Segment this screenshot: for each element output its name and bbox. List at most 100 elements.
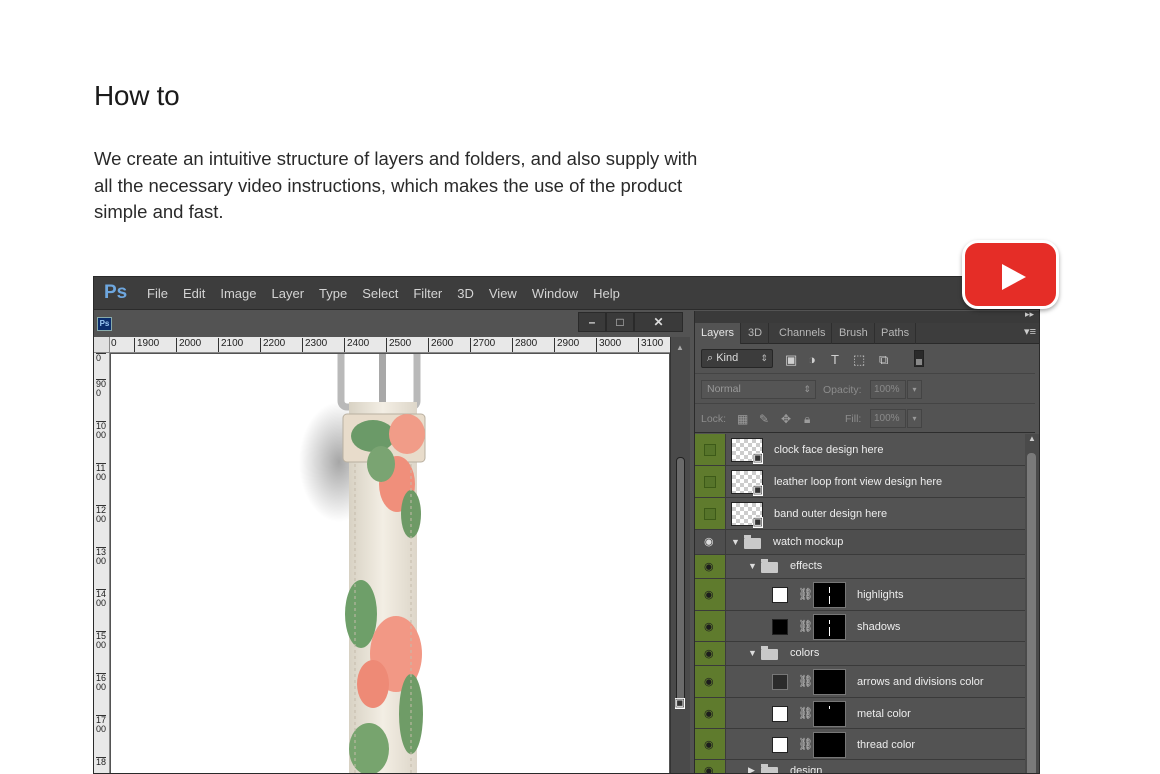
blend-mode-value: Normal xyxy=(707,383,741,395)
opacity-dropdown-icon[interactable]: ▾ xyxy=(907,380,922,399)
fill-dropdown-icon[interactable]: ▾ xyxy=(907,409,922,428)
layer-row[interactable]: ◉ ⛓ shadows xyxy=(695,611,1025,642)
ruler-tick: 1900 xyxy=(134,338,159,352)
menu-help[interactable]: Help xyxy=(593,286,620,301)
layer-row[interactable]: ◉ ⛓ metal color xyxy=(695,698,1025,729)
layer-row[interactable]: leather loop front view design here xyxy=(695,466,1025,498)
layer-mask-thumbnail xyxy=(813,614,846,640)
layer-group-row[interactable]: ◉ ▶ design xyxy=(695,760,1025,773)
opacity-input[interactable]: 100% xyxy=(870,380,906,399)
lock-transparent-icon[interactable]: ▦ xyxy=(737,412,748,426)
layer-group-row[interactable]: ◉ ▼ effects xyxy=(695,555,1025,579)
menu-select[interactable]: Select xyxy=(362,286,398,301)
tab-paths[interactable]: Paths xyxy=(875,323,917,344)
maximize-button[interactable]: □ xyxy=(606,312,634,332)
scroll-up-icon[interactable]: ▲ xyxy=(676,343,684,352)
visibility-toggle[interactable]: ◉ xyxy=(695,530,726,554)
scroll-thumb[interactable] xyxy=(1027,453,1036,773)
canvas-scrollbar[interactable]: ▲ xyxy=(670,337,690,773)
layer-row[interactable]: clock face design here xyxy=(695,434,1025,466)
layer-row[interactable]: band outer design here xyxy=(695,498,1025,530)
menu-layer[interactable]: Layer xyxy=(272,286,305,301)
filter-toggle[interactable] xyxy=(914,350,924,367)
link-icon[interactable]: ⛓ xyxy=(798,587,813,601)
layer-group-row[interactable]: ◉ ▼ colors xyxy=(695,642,1025,666)
layer-mask-thumbnail xyxy=(813,582,846,608)
lock-row: Lock: ▦ ✎ ✥ 🔒︎ Fill: 100% ▾ xyxy=(695,405,1035,433)
layer-row[interactable]: ◉ ⛓ thread color xyxy=(695,729,1025,760)
scroll-up-icon[interactable]: ▲ xyxy=(1028,434,1036,443)
visibility-toggle[interactable]: ◉ xyxy=(695,642,726,665)
lock-all-icon[interactable]: 🔒︎ xyxy=(804,412,810,427)
folder-icon xyxy=(761,764,778,773)
link-icon[interactable]: ⛓ xyxy=(798,674,813,688)
visibility-toggle[interactable]: ◉ xyxy=(695,579,726,610)
menu-edit[interactable]: Edit xyxy=(183,286,205,301)
menu-view[interactable]: View xyxy=(489,286,517,301)
menu-type[interactable]: Type xyxy=(319,286,347,301)
kind-filter-dropdown[interactable]: ⌕ Kind ⇕ xyxy=(701,349,773,368)
blend-mode-dropdown[interactable]: Normal ⇕ xyxy=(701,380,816,399)
document-canvas[interactable] xyxy=(111,354,669,773)
color-fill-swatch xyxy=(772,737,788,753)
visibility-toggle[interactable]: ◉ xyxy=(695,555,726,578)
fill-input[interactable]: 100% xyxy=(870,409,906,428)
layer-name: arrows and divisions color xyxy=(857,676,984,688)
visibility-toggle[interactable]: ◉ xyxy=(695,698,726,728)
visibility-toggle[interactable]: ◉ xyxy=(695,729,726,759)
layer-group-row[interactable]: ◉ ▼ watch mockup xyxy=(695,530,1025,555)
layers-scrollbar[interactable]: ▲ xyxy=(1025,434,1039,773)
collapse-triangle-icon[interactable]: ▶ xyxy=(748,765,755,773)
visibility-toggle[interactable]: ◉ xyxy=(695,666,726,697)
menu-window[interactable]: Window xyxy=(532,286,578,301)
link-icon[interactable]: ⛓ xyxy=(798,706,813,720)
visibility-toggle[interactable]: ◉ xyxy=(695,760,726,773)
expand-triangle-icon[interactable]: ▼ xyxy=(748,648,757,658)
page-description: We create an intuitive structure of laye… xyxy=(94,148,698,222)
visibility-toggle[interactable] xyxy=(695,434,726,465)
menu-image[interactable]: Image xyxy=(220,286,256,301)
expand-triangle-icon[interactable]: ▼ xyxy=(731,537,740,547)
layer-name: watch mockup xyxy=(773,536,844,548)
layer-row[interactable]: ◉ ⛓ highlights xyxy=(695,579,1025,611)
minimize-button[interactable]: – xyxy=(578,312,606,332)
menu-3d[interactable]: 3D xyxy=(457,286,474,301)
youtube-play-button[interactable] xyxy=(962,240,1059,309)
visibility-toggle[interactable] xyxy=(695,498,726,529)
close-button[interactable]: ✕ xyxy=(634,312,683,332)
lock-label: Lock: xyxy=(701,413,727,425)
lock-position-icon[interactable]: ✥ xyxy=(781,412,791,426)
ruler-tick: 0 xyxy=(110,338,117,352)
link-icon[interactable]: ⛓ xyxy=(798,619,813,633)
tab-layers[interactable]: Layers xyxy=(695,323,742,344)
tab-channels[interactable]: Channels xyxy=(773,323,833,344)
dropdown-arrows-icon: ⇕ xyxy=(760,353,768,363)
panel-menu-icon[interactable]: ▾≡ xyxy=(1024,325,1036,338)
ruler-tick: 1400 xyxy=(96,589,107,608)
collapse-icon[interactable]: ▸▸ xyxy=(1025,309,1034,320)
lock-image-icon[interactable]: ✎ xyxy=(759,412,769,426)
eye-icon: ◉ xyxy=(704,561,714,573)
tab-3d[interactable]: 3D xyxy=(742,323,770,344)
menu-file[interactable]: File xyxy=(147,286,168,301)
expand-triangle-icon[interactable]: ▼ xyxy=(748,561,757,571)
layer-row[interactable]: ◉ ⛓ arrows and divisions color xyxy=(695,666,1025,698)
ps-logo: Ps xyxy=(104,282,128,303)
menu-filter[interactable]: Filter xyxy=(413,286,442,301)
type-filter-icon[interactable]: T xyxy=(831,352,839,367)
smart-object-thumbnail xyxy=(731,502,763,528)
pixel-filter-icon[interactable]: ▣ xyxy=(785,352,797,368)
horizontal-ruler: 0 1900 2000 2100 2200 2300 2400 2500 260… xyxy=(110,337,690,353)
menu-bar: Ps File Edit Image Layer Type Select Fil… xyxy=(94,277,1039,310)
shape-filter-icon[interactable]: ⬚ xyxy=(853,352,865,368)
scroll-thumb[interactable] xyxy=(674,457,685,709)
document-ps-icon: Ps xyxy=(97,317,112,331)
smart-object-filter-icon[interactable]: ⧉ xyxy=(879,352,888,368)
visibility-toggle[interactable]: ◉ xyxy=(695,611,726,641)
link-icon[interactable]: ⛓ xyxy=(798,737,813,751)
ruler-tick: 2800 xyxy=(512,338,537,352)
adjustment-filter-icon[interactable]: ◑ xyxy=(808,352,816,367)
ruler-tick: 2600 xyxy=(428,338,453,352)
visibility-toggle[interactable] xyxy=(695,466,726,497)
tab-brush[interactable]: Brush xyxy=(833,323,875,344)
